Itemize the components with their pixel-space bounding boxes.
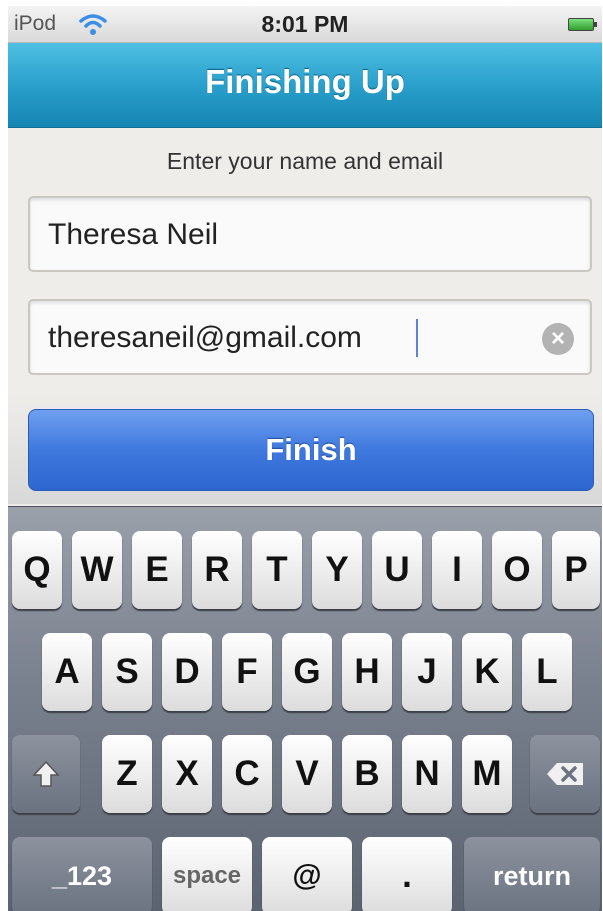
key-n[interactable]: N <box>402 735 452 813</box>
at-key[interactable]: @ <box>262 837 352 911</box>
key-e[interactable]: E <box>132 531 182 609</box>
key-p[interactable]: P <box>552 531 600 609</box>
numbers-key[interactable]: _123 <box>12 837 152 911</box>
key-j[interactable]: J <box>402 633 452 711</box>
key-h[interactable]: H <box>342 633 392 711</box>
shift-key[interactable] <box>12 735 80 813</box>
key-m[interactable]: M <box>462 735 512 813</box>
key-f[interactable]: F <box>222 633 272 711</box>
dot-key[interactable]: . <box>362 837 452 911</box>
key-s[interactable]: S <box>102 633 152 711</box>
key-g[interactable]: G <box>282 633 332 711</box>
key-r[interactable]: R <box>192 531 242 609</box>
backspace-icon <box>547 763 583 785</box>
delete-key[interactable] <box>530 735 600 813</box>
finish-button[interactable]: Finish <box>28 409 594 491</box>
key-y[interactable]: Y <box>312 531 362 609</box>
battery-icon <box>568 18 597 31</box>
page-title: Finishing Up <box>205 63 405 100</box>
clock: 8:01 PM <box>261 11 349 37</box>
key-b[interactable]: B <box>342 735 392 813</box>
key-v[interactable]: V <box>282 735 332 813</box>
key-i[interactable]: I <box>432 531 482 609</box>
key-w[interactable]: W <box>72 531 122 609</box>
name-field[interactable]: Theresa Neil <box>28 196 592 272</box>
space-key[interactable]: space <box>162 837 252 911</box>
on-screen-keyboard: Q W E R T Y U I O P A S D F G H J K L Z … <box>8 506 602 911</box>
key-d[interactable]: D <box>162 633 212 711</box>
name-field-value: Theresa Neil <box>48 218 219 251</box>
email-field[interactable]: theresaneil@gmail.com × <box>28 299 592 375</box>
text-cursor <box>416 319 418 357</box>
return-key[interactable]: return <box>464 837 600 911</box>
key-o[interactable]: O <box>492 531 542 609</box>
key-k[interactable]: K <box>462 633 512 711</box>
navigation-bar: Finishing Up <box>8 43 602 128</box>
status-bar: iPod 8:01 PM <box>8 6 602 43</box>
shift-arrow-icon <box>32 760 60 787</box>
key-c[interactable]: C <box>222 735 272 813</box>
key-l[interactable]: L <box>522 633 572 711</box>
key-t[interactable]: T <box>252 531 302 609</box>
key-x[interactable]: X <box>162 735 212 813</box>
key-q[interactable]: Q <box>12 531 62 609</box>
form-prompt: Enter your name and email <box>166 148 444 174</box>
clear-text-icon[interactable]: × <box>542 323 574 355</box>
key-a[interactable]: A <box>42 633 92 711</box>
key-z[interactable]: Z <box>102 735 152 813</box>
key-u[interactable]: U <box>372 531 422 609</box>
email-field-value: theresaneil@gmail.com <box>48 321 362 354</box>
app-screen: iPod 8:01 PM Finishing Up Enter your nam… <box>8 6 602 911</box>
